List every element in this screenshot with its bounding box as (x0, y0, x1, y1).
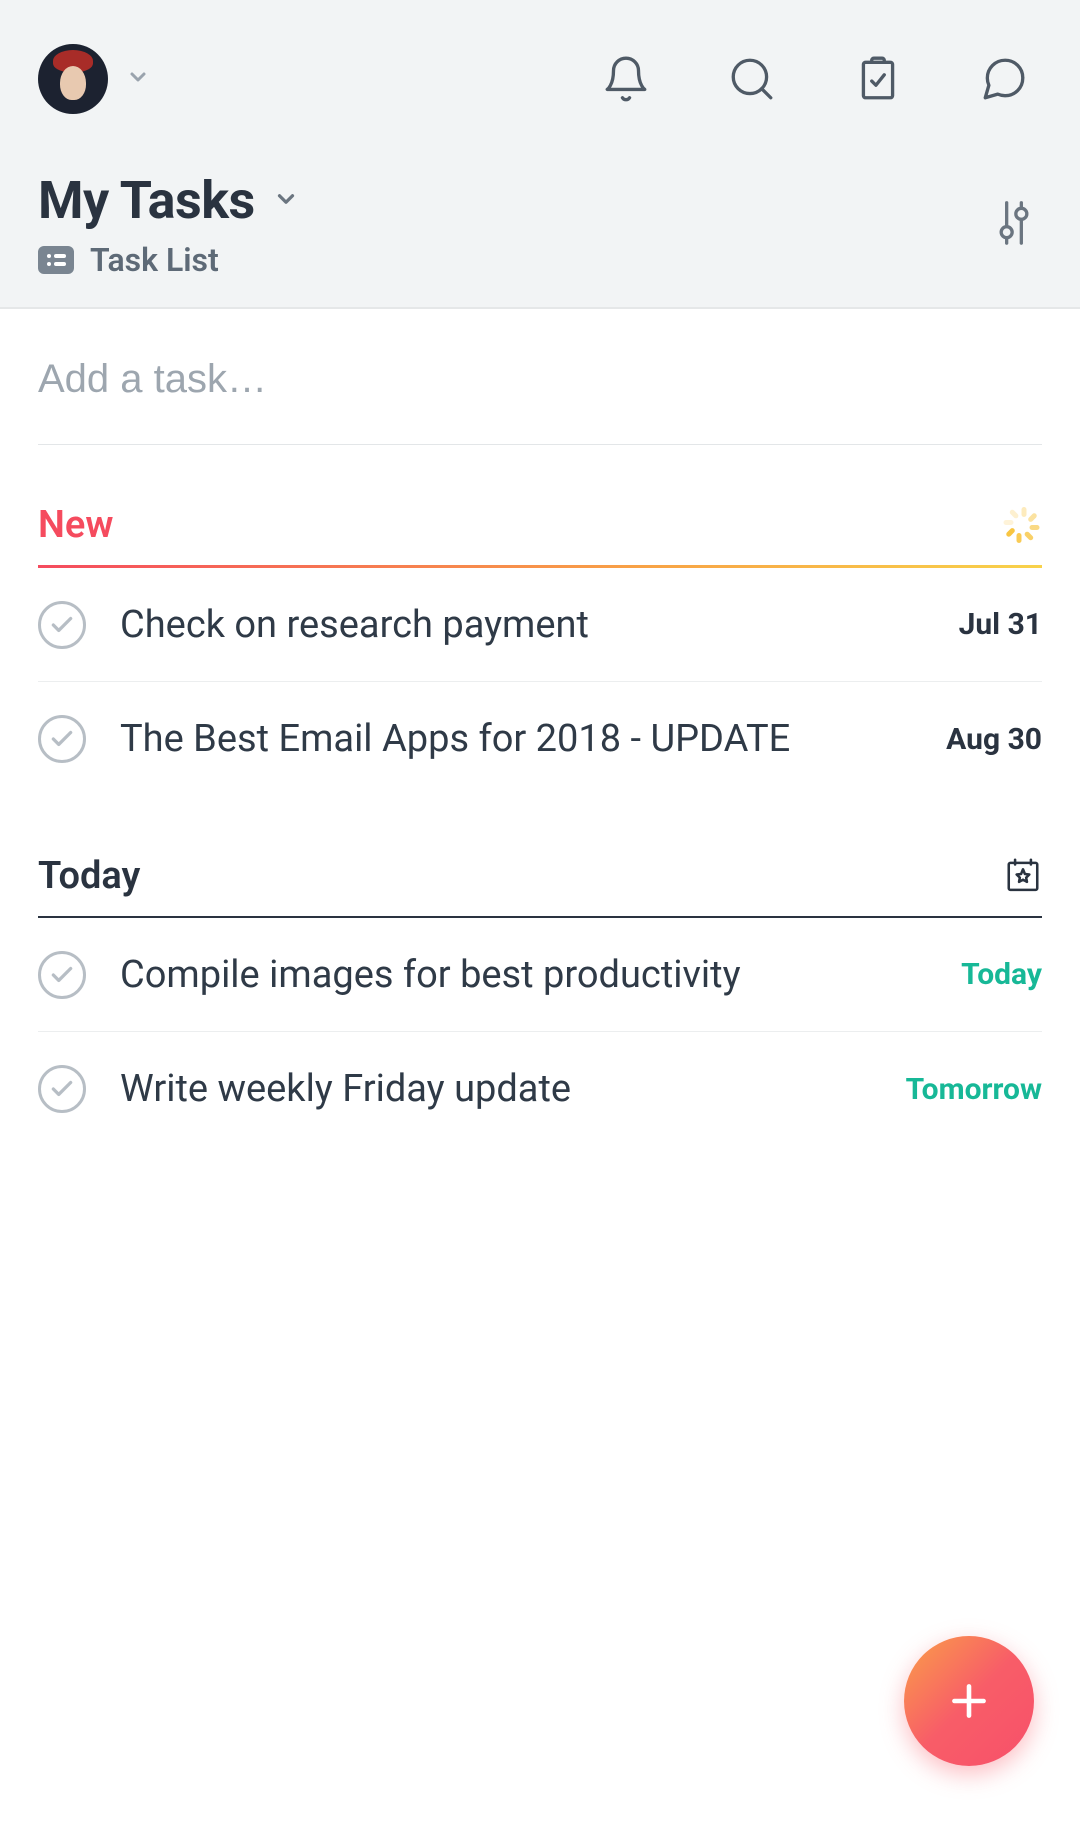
task-row[interactable]: Check on research payment Jul 31 (38, 568, 1042, 682)
task-date: Tomorrow (906, 1072, 1042, 1107)
search-icon[interactable] (724, 51, 780, 107)
clipboard-check-icon[interactable] (850, 51, 906, 107)
list-view-badge-icon (38, 246, 74, 274)
chat-icon[interactable] (976, 51, 1032, 107)
calendar-star-icon[interactable] (1004, 855, 1042, 897)
task-date: Aug 30 (946, 722, 1042, 757)
section-title-new[interactable]: New (38, 503, 113, 547)
complete-checkbox[interactable] (38, 715, 86, 763)
task-title: Compile images for best productivity (120, 953, 927, 997)
task-date: Jul 31 (959, 607, 1042, 642)
title-chevron-icon[interactable] (273, 186, 299, 216)
complete-checkbox[interactable] (38, 1065, 86, 1113)
notifications-icon[interactable] (598, 51, 654, 107)
section-new: New Check on research payment Jul 31 (38, 503, 1042, 796)
page-title[interactable]: My Tasks (38, 170, 255, 231)
section-title-today[interactable]: Today (38, 854, 140, 898)
loading-spinner-icon (1006, 507, 1042, 543)
complete-checkbox[interactable] (38, 951, 86, 999)
filter-settings-icon[interactable] (992, 197, 1042, 253)
task-row[interactable]: The Best Email Apps for 2018 - UPDATE Au… (38, 682, 1042, 796)
add-task-input[interactable] (38, 309, 1042, 445)
task-row[interactable]: Compile images for best productivity Tod… (38, 918, 1042, 1032)
task-title: Check on research payment (120, 603, 925, 647)
add-fab-button[interactable] (904, 1636, 1034, 1766)
task-title: The Best Email Apps for 2018 - UPDATE (120, 717, 912, 761)
avatar[interactable] (38, 44, 108, 114)
task-title: Write weekly Friday update (120, 1067, 872, 1111)
top-bar (0, 0, 1080, 130)
complete-checkbox[interactable] (38, 601, 86, 649)
view-subtitle[interactable]: Task List (90, 241, 219, 279)
avatar-chevron-icon[interactable] (126, 65, 150, 93)
task-date: Today (961, 957, 1042, 992)
section-today: Today Compile images for best productivi… (38, 854, 1042, 1146)
task-row[interactable]: Write weekly Friday update Tomorrow (38, 1032, 1042, 1146)
